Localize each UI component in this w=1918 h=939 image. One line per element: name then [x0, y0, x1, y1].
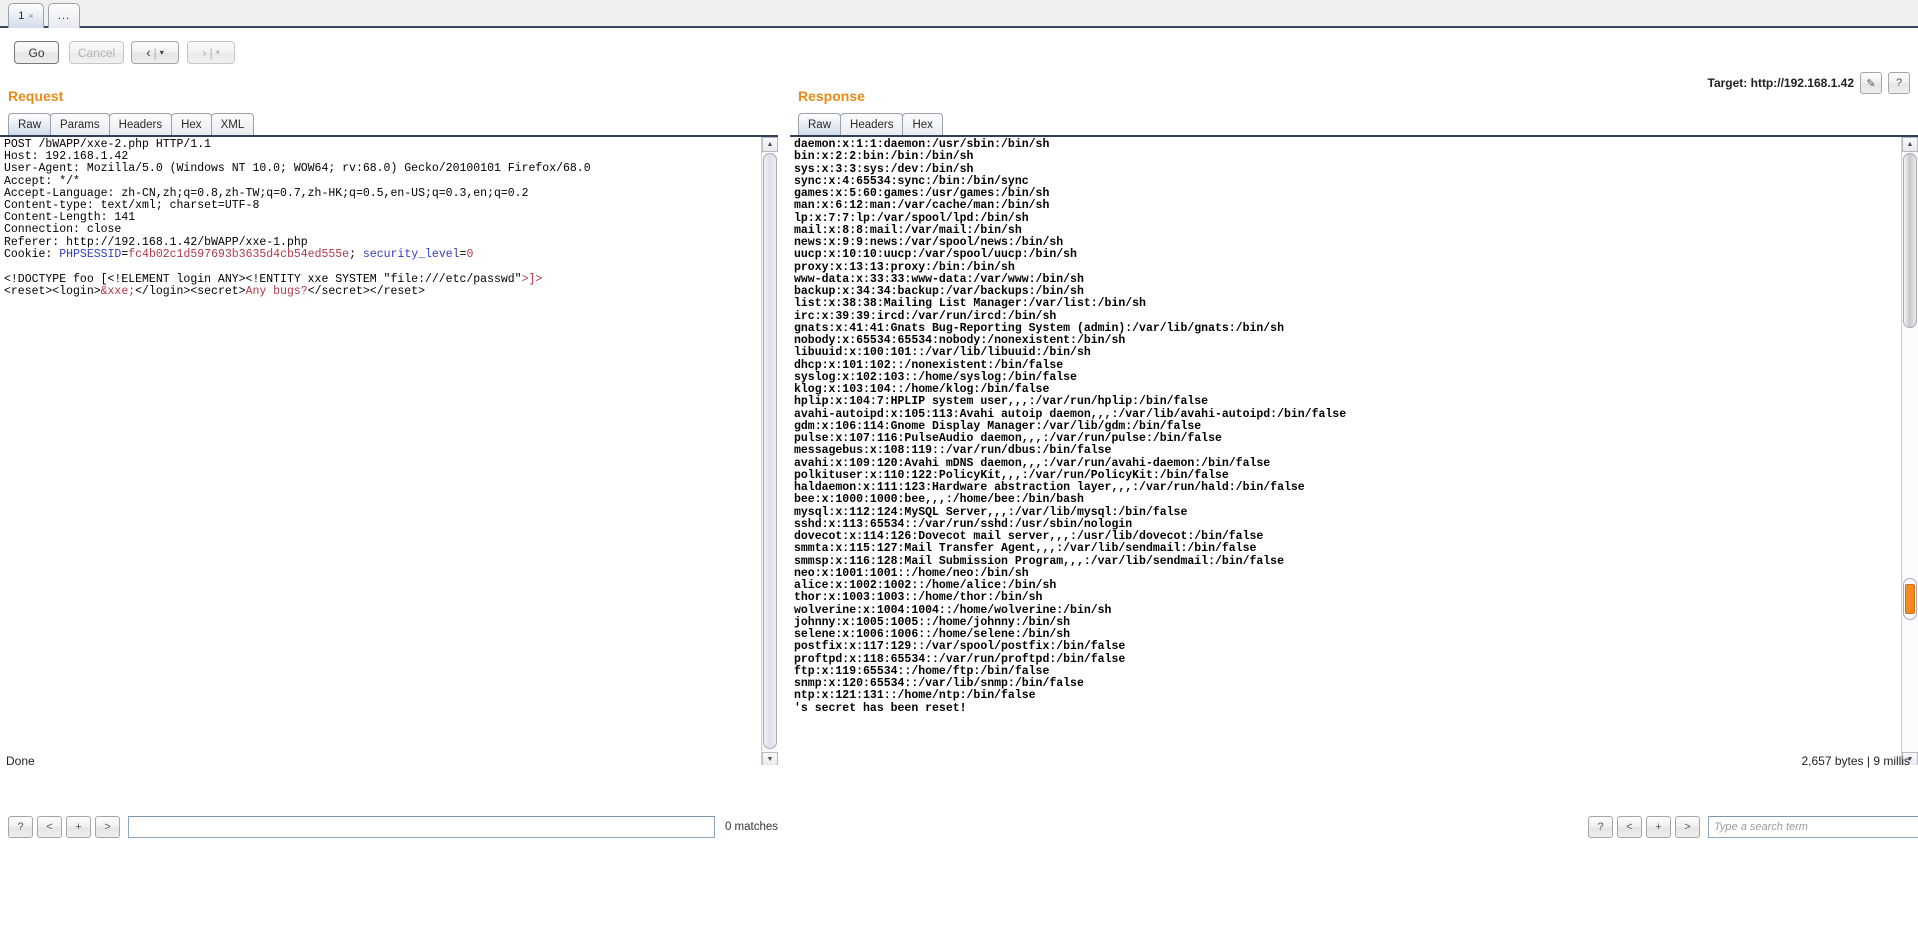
xml-open-tags: <reset><login> [4, 285, 101, 298]
response-tab-raw[interactable]: Raw [798, 113, 842, 135]
repeater-tab-1-label: 1 [18, 10, 25, 22]
repeater-tab-1[interactable]: 1 × [8, 3, 44, 28]
cookie-name-phpsessid: PHPSESSID [59, 248, 122, 261]
request-search-help-icon[interactable]: ? [8, 816, 33, 838]
response-search-add-button[interactable]: + [1646, 816, 1671, 838]
request-tab-headers[interactable]: Headers [108, 113, 173, 135]
request-tab-raw[interactable]: Raw [8, 113, 52, 135]
forward-button: › | ▾ [187, 41, 235, 64]
request-search-prev-button[interactable]: < [37, 816, 62, 838]
request-match-count: 0 matches [724, 821, 778, 833]
request-scrollbar[interactable]: ▲ ▼ [761, 137, 778, 765]
response-scroll-thumb[interactable] [1903, 153, 1917, 328]
request-search-bar: ? < + > 0 matches [8, 814, 778, 840]
request-search-next-button[interactable]: > [95, 816, 120, 838]
scroll-up-icon[interactable]: ▲ [1902, 137, 1918, 152]
response-pane-title: Response [798, 88, 865, 104]
response-search-prev-button[interactable]: < [1617, 816, 1642, 838]
response-tab-hex[interactable]: Hex [902, 113, 943, 135]
response-tab-headers[interactable]: Headers [840, 113, 904, 135]
repeater-tab-new-label: ... [57, 10, 71, 22]
response-tabs: Raw Headers Hex [798, 113, 943, 135]
divider: | [153, 45, 157, 60]
pencil-icon[interactable]: ✎ [1860, 72, 1882, 94]
target-label: Target: http://192.168.1.42 [1707, 76, 1855, 90]
status-bar: Done 2,657 bytes | 9 millis [0, 752, 1918, 788]
target-bar: Target: http://192.168.1.42 ✎ ? [1707, 72, 1910, 94]
chevron-left-icon: ‹ [146, 45, 151, 60]
request-editor[interactable]: POST /bWAPP/xxe-2.php HTTP/1.1 Host: 192… [0, 135, 778, 765]
request-tabs: Raw Params Headers Hex XML [8, 113, 255, 135]
response-editor[interactable]: daemon:x:1:1:daemon:/usr/sbin:/bin/sh bi… [790, 135, 1918, 765]
back-button[interactable]: ‹ | ▾ [131, 41, 179, 64]
secret-value: Any bugs? [245, 285, 308, 298]
chevron-right-icon: › [202, 45, 207, 60]
request-pane-title: Request [8, 88, 64, 104]
doctype-tail: >]> [521, 273, 543, 286]
xml-close-tags: </secret></reset> [307, 285, 426, 298]
response-body-text: daemon:x:1:1:daemon:/usr/sbin:/bin/sh bi… [794, 138, 1347, 715]
response-search-bar: ? < + > Type a search term 0 matches [1588, 814, 1918, 840]
request-tab-xml[interactable]: XML [210, 113, 255, 135]
request-cookie-line: Cookie: PHPSESSID=fc4b02c1d597693b3635d4… [4, 248, 474, 261]
xml-mid-tags: </login><secret> [135, 285, 246, 298]
request-search-add-button[interactable]: + [66, 816, 91, 838]
response-search-help-icon[interactable]: ? [1588, 816, 1613, 838]
request-xml-body-line: <reset><login>&xxe;</login><secret>Any b… [4, 285, 426, 298]
divider: | [209, 45, 213, 60]
request-headers-text: POST /bWAPP/xxe-2.php HTTP/1.1 Host: 192… [4, 138, 591, 249]
repeater-tab-strip: 1 × ... [0, 0, 1918, 28]
cancel-button: Cancel [69, 41, 124, 64]
response-metrics: 2,657 bytes | 9 millis [1801, 754, 1911, 768]
cookie-value-security-level: 0 [466, 248, 474, 261]
close-icon[interactable]: × [28, 11, 33, 21]
request-tab-hex[interactable]: Hex [171, 113, 212, 135]
status-text: Done [6, 754, 35, 768]
request-scroll-thumb[interactable] [763, 153, 777, 749]
response-search-next-button[interactable]: > [1675, 816, 1700, 838]
scroll-up-icon[interactable]: ▲ [762, 137, 778, 152]
response-scroll-match-marker[interactable] [1905, 584, 1915, 614]
cookie-prefix: Cookie: [4, 248, 60, 261]
chevron-down-icon: ▾ [215, 48, 220, 57]
request-tab-params[interactable]: Params [50, 113, 110, 135]
help-icon[interactable]: ? [1888, 72, 1910, 94]
cookie-value-phpsessid: fc4b02c1d597693b3635d4cb54ed555e [128, 248, 350, 261]
repeater-tab-new[interactable]: ... [48, 3, 80, 28]
cookie-name-security-level: security_level [362, 248, 460, 261]
response-search-placeholder: Type a search term [1714, 821, 1808, 833]
cookie-separator: ; [349, 248, 363, 261]
repeater-toolbar: Go Cancel ‹ | ▾ › | ▾ Target: http://192… [0, 30, 1918, 94]
request-search-input[interactable] [128, 816, 715, 838]
xxe-entity-reference: &xxe; [100, 285, 136, 298]
response-search-input[interactable]: Type a search term [1708, 816, 1918, 838]
response-scrollbar[interactable]: ▲ ▼ [1901, 137, 1918, 765]
chevron-down-icon: ▾ [159, 48, 164, 57]
go-button[interactable]: Go [14, 41, 59, 64]
